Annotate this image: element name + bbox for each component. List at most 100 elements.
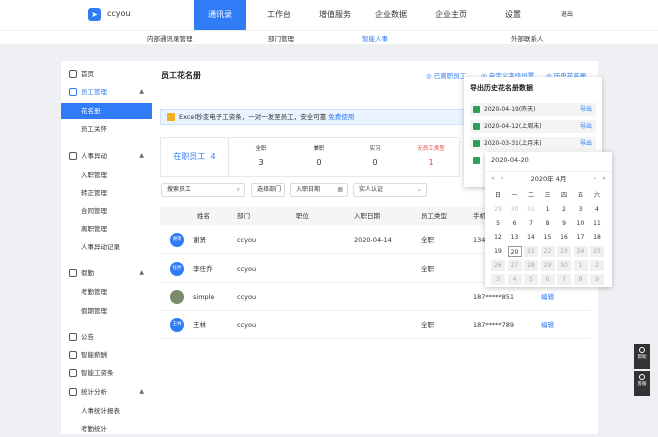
calendar-day[interactable]: 31 [524, 204, 538, 215]
sidebar-item-statistics[interactable]: 统计分析 ▲ [61, 384, 152, 400]
next-year-icon[interactable]: » [602, 172, 606, 186]
calendar-day[interactable]: 8 [573, 274, 588, 285]
paper-plane-icon[interactable]: ➤ [88, 8, 101, 21]
calendar-day[interactable]: 29 [540, 260, 555, 271]
calendar-day[interactable]: 16 [557, 232, 571, 243]
calendar-day[interactable]: 3 [574, 204, 588, 215]
nav-settings[interactable]: 设置 [498, 0, 528, 30]
sidebar-item-notices[interactable]: 公告 [61, 329, 152, 345]
calendar-day[interactable]: 4 [590, 204, 604, 215]
nav-value-services[interactable]: 增值服务 [312, 0, 358, 30]
sidebar-item-change-records[interactable]: 人事异动记录 [61, 239, 152, 255]
calendar-day[interactable]: 14 [524, 232, 538, 243]
sidebar-item-employee-management[interactable]: 员工管理 ▲ [61, 84, 152, 100]
calendar-day[interactable]: 2 [557, 204, 571, 215]
nav-contacts[interactable]: 通讯录 [194, 0, 246, 30]
edit-link[interactable]: 编辑 [541, 283, 554, 311]
calendar-day[interactable]: 10 [574, 218, 588, 229]
sidebar-item-onboarding[interactable]: 入职管理 [61, 167, 152, 183]
calendar-day[interactable]: 5 [491, 218, 505, 229]
sidebar-item-holidays[interactable]: 假期管理 [61, 303, 152, 319]
nav-workbench[interactable]: 工作台 [258, 0, 300, 30]
verification-select[interactable]: 实人认证 ⌄ [353, 183, 427, 197]
calendar-day[interactable]: 5 [524, 274, 538, 285]
calendar-day[interactable]: 19 [491, 246, 505, 257]
sidebar-item-smart-salary[interactable]: 智能薪酬 [61, 347, 152, 363]
calendar-header: « ‹ 2020年 4月 › » [485, 171, 612, 185]
calendar-day[interactable]: 13 [508, 232, 522, 243]
stat-no-type[interactable]: 无员工类型 1 [403, 144, 459, 167]
sidebar-item-attendance-stats[interactable]: 考勤统计 [61, 421, 152, 437]
stat-part-time[interactable]: 兼职 0 [291, 144, 347, 167]
logout-link[interactable]: 退出 [556, 0, 578, 30]
sidebar-item-roster[interactable]: 花名册 [61, 103, 152, 119]
sidebar-item-contracts[interactable]: 合同管理 [61, 203, 152, 219]
calendar-day[interactable]: 30 [557, 260, 571, 271]
calendar-day[interactable]: 1 [573, 260, 588, 271]
sidebar-item-resignation[interactable]: 离职管理 [61, 221, 152, 237]
calendar-day[interactable]: 9 [590, 274, 604, 285]
hire-date-picker[interactable]: 入职日期 ▦ [290, 183, 348, 197]
subnav-external-contacts[interactable]: 外部联系人 [511, 33, 544, 43]
department-select[interactable]: 选择部门 [251, 183, 285, 197]
sidebar-item-leave-attendance[interactable]: 假勤 ▲ [61, 265, 152, 281]
date-input[interactable]: 2020-04-20 [491, 156, 529, 164]
search-input[interactable]: 搜索员工 ⌕ [161, 183, 245, 197]
calendar-day[interactable]: 7 [557, 274, 571, 285]
nav-enterprise-home[interactable]: 企业主页 [428, 0, 474, 30]
sidebar-item-home[interactable]: 首页 [61, 66, 152, 82]
subnav-smart-hr[interactable]: 智能人事 [362, 33, 388, 43]
calendar-day[interactable]: 27 [507, 260, 522, 271]
calendar-day[interactable]: 12 [491, 232, 505, 243]
edit-link[interactable]: 编辑 [541, 311, 554, 339]
support-button[interactable]: 客服 [634, 371, 650, 396]
sidebar-item-attendance[interactable]: 考勤管理 [61, 284, 152, 300]
sidebar-item-personnel-changes[interactable]: 人事异动 ▲ [61, 148, 152, 164]
sidebar-item-regularization[interactable]: 转正管理 [61, 185, 152, 201]
calendar-day[interactable]: 17 [574, 232, 588, 243]
sidebar-item-employee-care[interactable]: 员工关怀 [61, 121, 152, 137]
calendar-day[interactable]: 21 [524, 246, 538, 257]
calendar-day[interactable]: 7 [524, 218, 538, 229]
subnav-internal-contacts[interactable]: 内部通讯录管理 [147, 33, 193, 43]
calendar-day[interactable]: 2 [590, 260, 604, 271]
calendar-day[interactable]: 9 [557, 218, 571, 229]
calendar-day[interactable]: 11 [590, 218, 604, 229]
calendar-day[interactable]: 25 [590, 246, 604, 257]
table-row[interactable]: 王林 王林 ccyou 全职 187*****789 编辑 [160, 311, 590, 339]
prev-month-icon[interactable]: ‹ [501, 172, 503, 186]
next-month-icon[interactable]: › [594, 172, 596, 186]
table-row[interactable]: simple ccyou 187*****851 编辑 [160, 283, 590, 311]
calendar-day[interactable]: 22 [540, 246, 555, 257]
free-use-link[interactable]: 免费使用 [328, 113, 354, 121]
sidebar-item-payslip[interactable]: 智能工资条 [61, 365, 152, 381]
calendar-day[interactable]: 1 [541, 204, 555, 215]
calendar-day[interactable]: 8 [541, 218, 555, 229]
calendar-day[interactable]: 28 [524, 260, 538, 271]
prev-year-icon[interactable]: « [491, 172, 495, 186]
resigned-employees-link[interactable]: ◎ 已离职员工 [426, 70, 466, 80]
sidebar-item-hr-reports[interactable]: 人事统计报表 [61, 403, 152, 419]
subnav-departments[interactable]: 部门管理 [268, 33, 294, 43]
help-button[interactable]: 帮助 [634, 344, 650, 369]
excel-icon [473, 140, 480, 147]
active-employees-tab[interactable]: 在职员工 4 [161, 138, 229, 176]
export-button[interactable]: 导出 [580, 103, 592, 116]
calendar-day[interactable]: 29 [491, 204, 505, 215]
stat-intern[interactable]: 实习 0 [347, 144, 403, 167]
calendar-day[interactable]: 26 [491, 260, 505, 271]
nav-enterprise-data[interactable]: 企业数据 [368, 0, 414, 30]
calendar-day[interactable]: 18 [590, 232, 604, 243]
calendar-day[interactable]: 30 [508, 204, 522, 215]
calendar-day[interactable]: 4 [507, 274, 522, 285]
calendar-day[interactable]: 6 [508, 218, 522, 229]
calendar-day[interactable]: 3 [491, 274, 505, 285]
calendar-day[interactable]: 20 [507, 246, 522, 257]
export-button[interactable]: 导出 [580, 137, 592, 150]
export-button[interactable]: 导出 [580, 120, 592, 133]
calendar-day[interactable]: 15 [541, 232, 555, 243]
stat-full-time[interactable]: 全职 3 [233, 144, 289, 167]
calendar-day[interactable]: 6 [540, 274, 555, 285]
calendar-day[interactable]: 24 [573, 246, 588, 257]
calendar-day[interactable]: 23 [557, 246, 571, 257]
